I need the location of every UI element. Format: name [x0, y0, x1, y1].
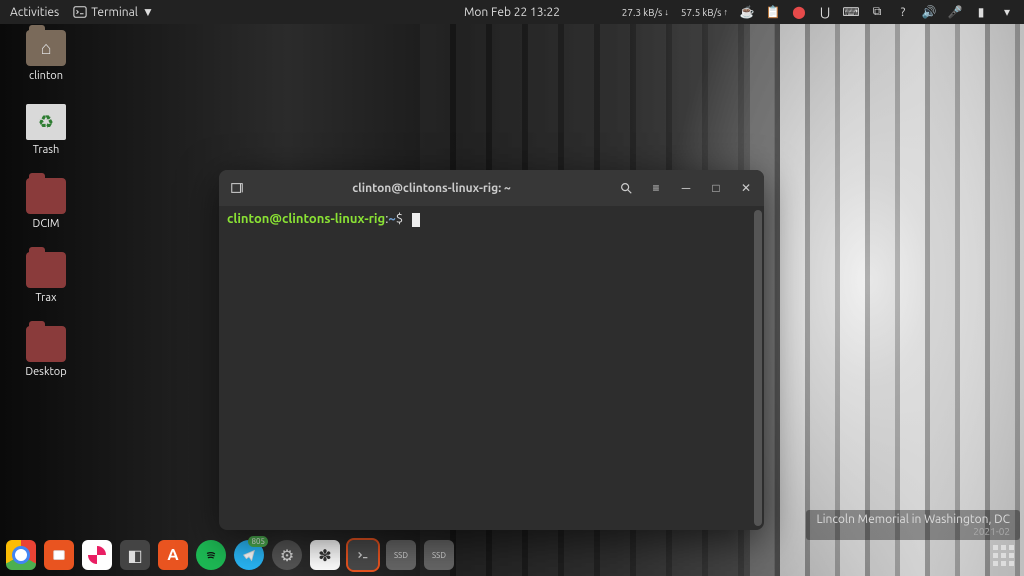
terminal-title: clinton@clintons-linux-rig: ~ [245, 182, 618, 195]
desktop-icon-label: Trax [35, 292, 56, 304]
folder-icon [26, 326, 66, 362]
help-icon[interactable]: ? [896, 5, 910, 19]
record-icon[interactable]: ⬤ [792, 5, 806, 19]
clock[interactable]: Mon Feb 22 13:22 [464, 6, 560, 19]
desktop-icon-dcim[interactable]: DCIM [14, 178, 78, 230]
clipboard-icon[interactable]: 📋 [766, 5, 780, 19]
desktop-icon-label: Desktop [25, 366, 66, 378]
wallpaper-caption-text: Lincoln Memorial in Washington, DC [816, 513, 1010, 526]
terminal-cursor [412, 213, 420, 227]
close-button[interactable]: ✕ [738, 180, 754, 196]
screen-icon[interactable]: ⧉ [870, 5, 884, 19]
activities-button[interactable]: Activities [10, 6, 59, 19]
desktop-icon-label: Trash [33, 144, 60, 156]
keyboard-icon[interactable]: ⌨ [844, 5, 858, 19]
home-folder-icon [26, 30, 66, 66]
desktop-icon-label: clinton [29, 70, 63, 82]
telegram-badge: 805 [248, 536, 268, 547]
minimize-button[interactable]: ─ [678, 180, 694, 196]
chevron-down-icon: ▼ [142, 5, 154, 19]
net-up-value: 57.5 [681, 7, 700, 18]
net-up-unit: kB/s [702, 7, 721, 18]
search-button[interactable] [618, 180, 634, 196]
desktop-icon-trash[interactable]: Trash [14, 104, 78, 156]
dock-spotify[interactable] [196, 540, 226, 570]
folder-icon [26, 178, 66, 214]
desktop-icon-desktop[interactable]: Desktop [14, 326, 78, 378]
top-bar-right: 27.3 kB/s ↓ 57.5 kB/s ↑ ☕ 📋 ⬤ ⋃ ⌨ ⧉ ? 🔊 … [622, 5, 1024, 19]
dock-drive-1[interactable]: SSD [386, 540, 416, 570]
dock-files[interactable] [44, 540, 74, 570]
dock: ◧ 805 ⚙ ✽ SSD SSD [6, 538, 454, 572]
ubiquiti-icon[interactable]: ⋃ [818, 5, 832, 19]
net-down-indicator: 27.3 kB/s ↓ [622, 7, 669, 18]
wallpaper-date: 2021-02 [816, 526, 1010, 537]
desktop-icon-home[interactable]: clinton [14, 30, 78, 82]
terminal-titlebar[interactable]: clinton@clintons-linux-rig: ~ ≡ ─ □ ✕ [219, 170, 764, 206]
net-down-unit: kB/s [643, 7, 662, 18]
desktop-icons: clinton Trash DCIM Trax Desktop [14, 30, 78, 378]
caffeine-icon[interactable]: ☕ [740, 5, 754, 19]
prompt-user: clinton@clintons-linux-rig [227, 212, 385, 226]
prompt-path: ~ [388, 212, 395, 226]
terminal-scrollbar[interactable] [754, 210, 762, 526]
mic-icon[interactable]: 🎤 [948, 5, 962, 19]
net-down-value: 27.3 [622, 7, 641, 18]
arrow-down-icon: ↓ [664, 7, 669, 17]
battery-icon[interactable]: ▮ [974, 5, 988, 19]
desktop-icon-label: DCIM [33, 218, 60, 230]
app-menu-label: Terminal [91, 6, 138, 19]
prompt-symbol: $ [396, 212, 403, 226]
top-bar-left: Activities Terminal ▼ [0, 5, 154, 19]
dock-telegram[interactable]: 805 [234, 540, 264, 570]
power-menu-icon[interactable]: ▾ [1000, 5, 1014, 19]
dock-settings[interactable]: ⚙ [272, 540, 302, 570]
wallpaper-caption: Lincoln Memorial in Washington, DC 2021-… [806, 510, 1020, 540]
trash-icon [26, 104, 66, 140]
folder-icon [26, 252, 66, 288]
menu-button[interactable]: ≡ [648, 180, 664, 196]
terminal-app-icon [73, 5, 87, 19]
dock-chrome[interactable] [6, 540, 36, 570]
dock-shotwell[interactable]: ✽ [310, 540, 340, 570]
arrow-up-icon: ↑ [724, 7, 729, 17]
maximize-button[interactable]: □ [708, 180, 724, 196]
terminal-window[interactable]: clinton@clintons-linux-rig: ~ ≡ ─ □ ✕ cl… [219, 170, 764, 530]
dock-app-misc[interactable]: ◧ [120, 540, 150, 570]
show-applications-button[interactable] [988, 540, 1018, 570]
net-up-indicator: 57.5 kB/s ↑ [681, 7, 728, 18]
dock-drive-2[interactable]: SSD [424, 540, 454, 570]
desktop-icon-trax[interactable]: Trax [14, 252, 78, 304]
volume-icon[interactable]: 🔊 [922, 5, 936, 19]
top-bar: Activities Terminal ▼ Mon Feb 22 13:22 2… [0, 0, 1024, 24]
dock-software[interactable] [158, 540, 188, 570]
app-menu[interactable]: Terminal ▼ [73, 5, 154, 19]
dock-lollypop[interactable] [82, 540, 112, 570]
terminal-body[interactable]: clinton@clintons-linux-rig:~$ [219, 206, 764, 530]
new-tab-button[interactable] [229, 180, 245, 196]
dock-terminal[interactable] [348, 540, 378, 570]
